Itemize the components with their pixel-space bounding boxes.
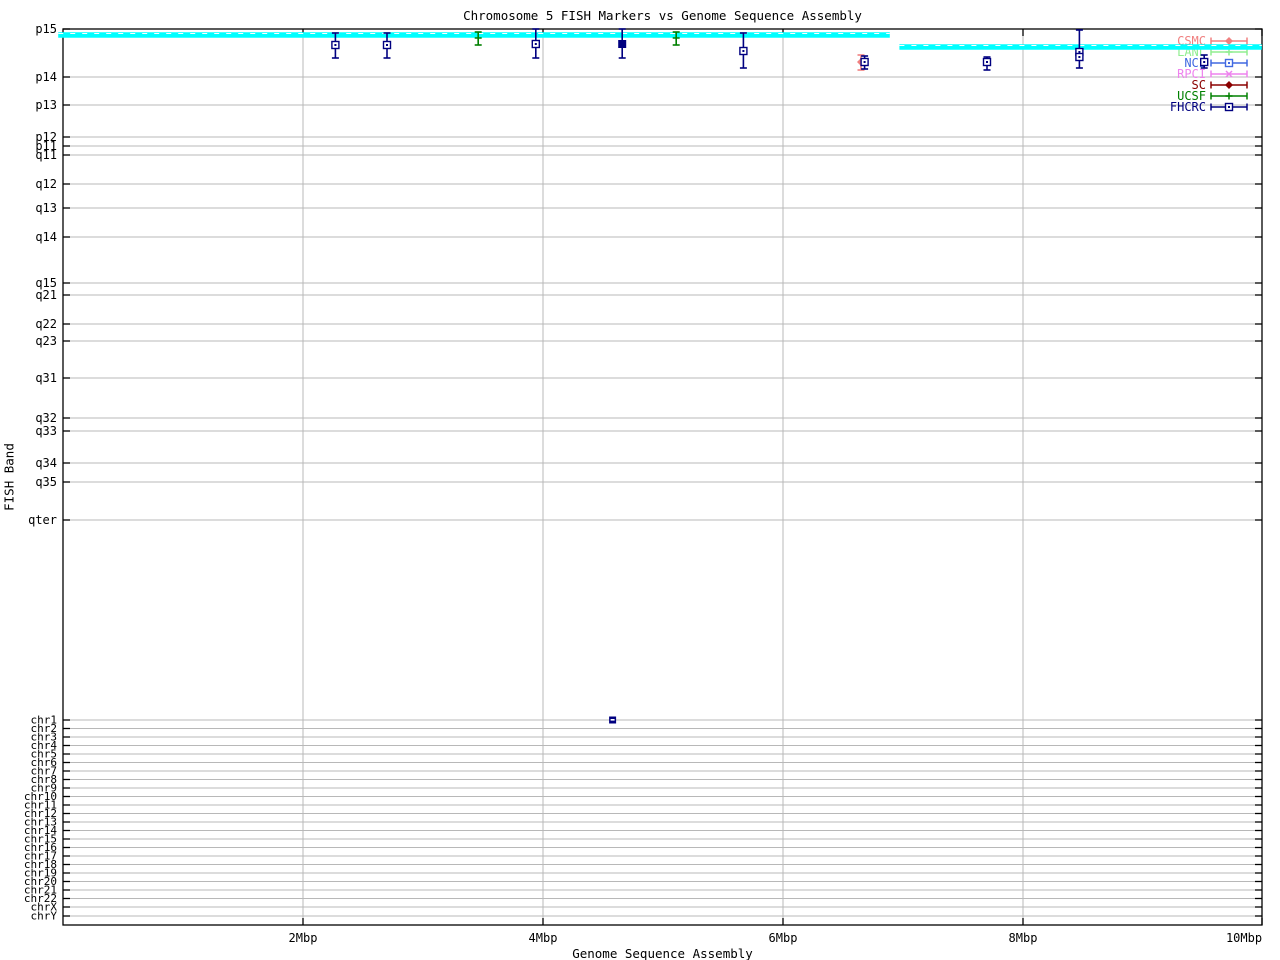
band-label: p15 bbox=[35, 22, 57, 36]
fish-marker-chart: Chromosome 5 FISH Markers vs Genome Sequ… bbox=[0, 0, 1280, 960]
legend-marker-dot bbox=[1228, 62, 1230, 64]
data-point-marker-dot bbox=[534, 43, 537, 45]
legend-marker bbox=[1225, 81, 1233, 89]
band-label: q14 bbox=[35, 230, 57, 244]
band-label: p13 bbox=[35, 98, 57, 112]
band-label: qter bbox=[28, 513, 57, 527]
data-point-marker-dot bbox=[334, 44, 337, 46]
band-label: q35 bbox=[35, 475, 57, 489]
data-point-marker-dash bbox=[610, 719, 615, 721]
x-tick-label: 4Mbp bbox=[529, 931, 558, 945]
data-point-marker-dot bbox=[1203, 61, 1206, 63]
band-label: q23 bbox=[35, 334, 57, 348]
plot-border bbox=[62, 28, 1263, 926]
band-label: p14 bbox=[35, 70, 57, 84]
plot-canvas: 2Mbp 4Mbp 6Mbp 8Mbp 10Mbpp15p14p13p12p11q11q… bbox=[24, 22, 1263, 945]
legend-label: FHCRC bbox=[1170, 100, 1206, 114]
band-label: q31 bbox=[35, 371, 57, 385]
x-tick-label: 6Mbp bbox=[769, 931, 798, 945]
legend-marker bbox=[1225, 37, 1233, 45]
data-point-marker-dot bbox=[986, 61, 988, 63]
x-tick-label: 10Mbp bbox=[1226, 931, 1262, 945]
data-point-marker bbox=[618, 40, 627, 48]
band-label: q13 bbox=[35, 201, 57, 215]
x-tick-label: 2Mbp bbox=[289, 931, 318, 945]
data-point-marker-dot bbox=[742, 50, 745, 52]
band-label: q22 bbox=[35, 317, 57, 331]
x-tick-label: 8Mbp bbox=[1009, 931, 1038, 945]
band-label: q32 bbox=[35, 411, 57, 425]
legend-marker-dot bbox=[1228, 106, 1230, 108]
data-point-marker-dot bbox=[863, 61, 866, 63]
data-point-marker-dot bbox=[1078, 51, 1081, 53]
data-point-marker-dot bbox=[1078, 56, 1081, 58]
band-label: q34 bbox=[35, 456, 57, 470]
data-point-marker-dot bbox=[386, 44, 388, 46]
band-label: q11 bbox=[35, 148, 57, 162]
chromosome-label: chrY bbox=[31, 910, 58, 923]
band-label: q21 bbox=[35, 288, 57, 302]
band-label: q33 bbox=[35, 424, 57, 438]
band-label: q12 bbox=[35, 177, 57, 191]
